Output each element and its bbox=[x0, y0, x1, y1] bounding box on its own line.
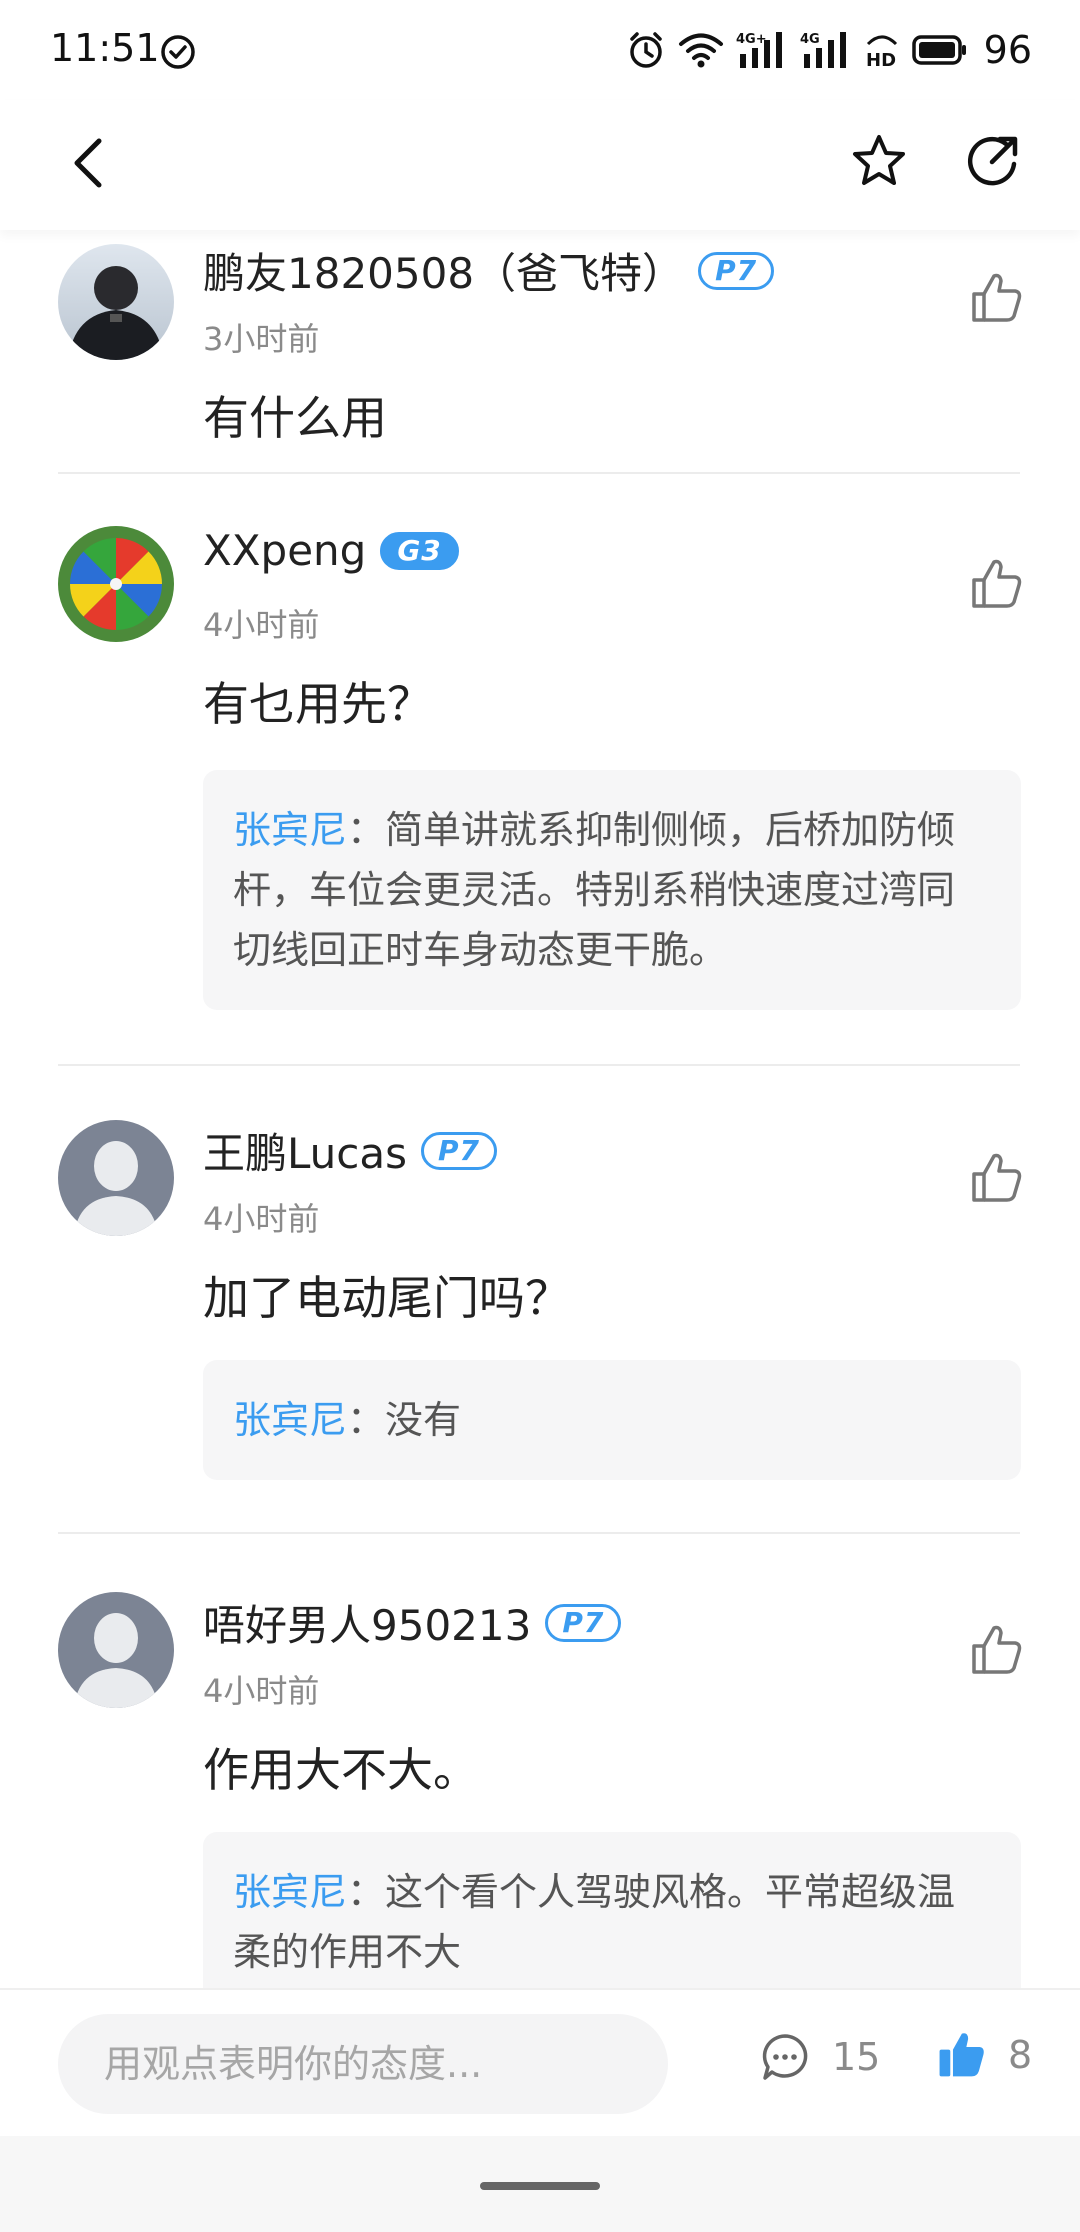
share-button[interactable] bbox=[960, 126, 1026, 196]
comment-time: 3小时前 bbox=[203, 320, 320, 358]
signal-4g-plus-icon: 4G+ bbox=[736, 32, 782, 68]
comment-input[interactable] bbox=[58, 2014, 668, 2114]
top-toolbar bbox=[0, 100, 1080, 230]
avatar[interactable] bbox=[58, 244, 174, 360]
hd-label: HD bbox=[866, 50, 896, 70]
thumbs-up-icon[interactable] bbox=[968, 1150, 1024, 1206]
share-icon bbox=[967, 136, 1018, 186]
avatar[interactable] bbox=[58, 526, 174, 642]
comment-header: 王鹏Lucas P7 bbox=[203, 1120, 498, 1181]
thumbs-up-icon[interactable] bbox=[968, 270, 1024, 326]
comment-time: 4小时前 bbox=[203, 606, 320, 644]
chevron-left-icon bbox=[74, 138, 102, 188]
car-model-badge: P7 bbox=[421, 1131, 498, 1170]
car-model-badge: G3 bbox=[380, 531, 459, 570]
reply-box[interactable]: 张宾尼：没有 bbox=[203, 1360, 1021, 1480]
status-time: 11:51 bbox=[50, 26, 160, 70]
comment-time: 4小时前 bbox=[203, 1672, 320, 1710]
avatar[interactable] bbox=[58, 1592, 174, 1708]
divider bbox=[58, 1532, 1020, 1534]
car-model-badge: P7 bbox=[545, 1603, 622, 1642]
reply-author[interactable]: 张宾尼 bbox=[233, 1398, 347, 1442]
avatar[interactable] bbox=[58, 1120, 174, 1236]
like-count: 8 bbox=[1008, 2033, 1033, 2077]
comments-count-button[interactable]: 15 bbox=[760, 2032, 880, 2082]
comment-header: 唔好男人950213 P7 bbox=[203, 1592, 622, 1653]
comment-list[interactable]: 鹏友1820508（爸飞特） P7 3小时前 有什么用 XXpeng G3 4小… bbox=[0, 230, 1080, 1988]
comment-text[interactable]: 作用大不大。 bbox=[203, 1734, 479, 1800]
username[interactable]: XXpeng bbox=[203, 526, 366, 575]
divider bbox=[58, 472, 1020, 474]
system-nav-area bbox=[0, 2136, 1080, 2232]
comment-count: 15 bbox=[832, 2035, 881, 2079]
network-1-label: 4G+ bbox=[736, 32, 767, 47]
network-2-label: 4G bbox=[800, 32, 820, 47]
reply-box[interactable]: 张宾尼：这个看个人驾驶风格。平常超级温柔的作用不大 bbox=[203, 1832, 1021, 1988]
hd-voice-icon: HD bbox=[866, 35, 897, 70]
like-button[interactable]: 8 bbox=[936, 2030, 1032, 2080]
divider bbox=[58, 1064, 1020, 1066]
thumbs-up-icon[interactable] bbox=[968, 1622, 1024, 1678]
home-indicator[interactable] bbox=[480, 2182, 600, 2190]
favorite-button[interactable] bbox=[846, 126, 912, 196]
wifi-icon bbox=[678, 33, 723, 68]
status-icons: 4G+ 4G HD 96 bbox=[626, 28, 1032, 72]
reply-box[interactable]: 张宾尼：简单讲就系抑制侧倾，后桥加防倾杆，车位会更灵活。特别系稍快速度过湾同切线… bbox=[203, 770, 1021, 1010]
reply-text: ：没有 bbox=[347, 1398, 462, 1442]
comment-text[interactable]: 有乜用先？ bbox=[203, 668, 433, 734]
check-circle-icon bbox=[161, 35, 195, 69]
star-icon bbox=[853, 135, 905, 185]
username[interactable]: 唔好男人950213 bbox=[203, 1592, 531, 1653]
alarm-icon bbox=[629, 32, 662, 68]
username[interactable]: 鹏友1820508（爸飞特） bbox=[203, 240, 684, 301]
back-button[interactable] bbox=[58, 128, 118, 198]
bottom-action-bar: 15 8 bbox=[0, 1988, 1080, 2136]
comment-time: 4小时前 bbox=[203, 1200, 320, 1238]
battery-icon bbox=[911, 35, 966, 65]
status-bar: 11:51 4G+ 4G HD 96 bbox=[0, 0, 1080, 100]
comment-input-wrapper[interactable] bbox=[58, 2014, 668, 2114]
thumbs-up-icon[interactable] bbox=[968, 556, 1024, 612]
comment-text[interactable]: 有什么用 bbox=[203, 382, 387, 448]
reply-author[interactable]: 张宾尼 bbox=[233, 808, 347, 852]
battery-level: 96 bbox=[983, 28, 1032, 72]
reply-author[interactable]: 张宾尼 bbox=[233, 1870, 347, 1914]
signal-4g-icon: 4G bbox=[800, 32, 846, 68]
username[interactable]: 王鹏Lucas bbox=[203, 1120, 407, 1181]
thumbs-up-filled-icon bbox=[939, 2033, 984, 2077]
comment-header: XXpeng G3 bbox=[203, 526, 459, 575]
comment-header: 鹏友1820508（爸飞特） P7 bbox=[203, 240, 775, 301]
comment-bubble-icon bbox=[762, 2034, 808, 2080]
car-model-badge: P7 bbox=[698, 251, 775, 290]
comment-text[interactable]: 加了电动尾门吗？ bbox=[203, 1262, 571, 1328]
